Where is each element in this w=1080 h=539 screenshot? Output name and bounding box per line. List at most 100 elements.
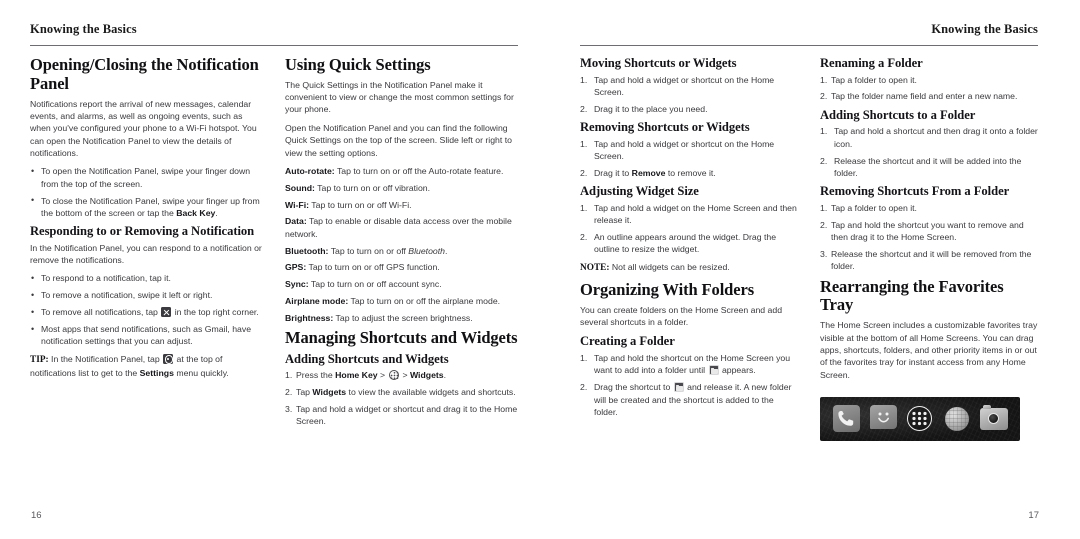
term: Sync: (285, 279, 309, 290)
list-item: Tap a folder to open it. (820, 74, 917, 87)
tray-browser-slot (943, 405, 971, 433)
quick-setting-sound: Sound: Tap to turn on or off vibration. (285, 182, 518, 194)
clear-all-x-icon (161, 307, 172, 318)
list-item: Tap and hold a widget or shortcut on the… (580, 138, 775, 162)
text: Drag it to (594, 167, 632, 178)
heading-adjusting-widget-size: Adjusting Widget Size (580, 184, 699, 199)
heading-moving-shortcuts-widgets: Moving Shortcuts or Widgets (580, 56, 737, 70)
list-adding-to-folder-steps: Tap and hold a shortcut and then drag it… (820, 125, 1038, 179)
list-moving-steps: Tap and hold a widget or shortcut on the… (580, 74, 798, 116)
list-removing-steps: Tap and hold a widget or shortcut on the… (580, 138, 798, 180)
list-item: To respond to a notification, tap it. (30, 272, 263, 285)
tray-camera-slot (979, 404, 1008, 433)
list-item: Tap and hold a widget or shortcut on the… (580, 74, 775, 97)
term: Bluetooth: (285, 245, 329, 256)
list-item: Tap the folder name field and enter a ne… (820, 90, 1018, 103)
list-item: Tap and hold a widget or shortcut and dr… (285, 403, 518, 427)
list-item: Tap a folder to open it. (820, 202, 917, 215)
text: . (215, 207, 218, 218)
list-renaming-steps: Tap a folder to open it. Tap the folder … (820, 74, 1038, 104)
text: . (443, 370, 447, 381)
browser-globe-icon (944, 406, 969, 431)
text: appears. (721, 365, 756, 376)
paragraph-responding-intro: In the Notification Panel, you can respo… (30, 242, 262, 266)
emphasis-remove: Remove (631, 167, 666, 178)
list-item: An outline appears around the widget. Dr… (580, 231, 777, 255)
heading-managing-shortcuts-widgets: Managing Shortcuts and Widgets (285, 327, 518, 347)
note-label: NOTE: (580, 262, 610, 273)
definition: Tap to turn on or off the airplane mode. (348, 296, 501, 307)
emphasis-widgets: Widgets (312, 387, 347, 398)
list-adjusting-steps: Tap and hold a widget on the Home Screen… (580, 202, 798, 256)
text: menu quickly. (176, 367, 229, 378)
text: To remove all notifications, tap (41, 307, 158, 318)
list-item: Drag the shortcut to and release it. A n… (580, 381, 798, 418)
manual-two-page-spread: Knowing the Basics Opening/Closing the N… (0, 0, 1080, 539)
page-right: Knowing the Basics Moving Shortcuts or W… (540, 0, 1080, 539)
list-item: Release the shortcut and it will be remo… (820, 248, 1032, 272)
tray-app-drawer-slot (906, 405, 934, 433)
list-item: Tap Widgets to view the available widget… (285, 386, 518, 399)
text: To close the Notification Panel, swipe y… (41, 195, 260, 218)
create-folder-icon (708, 365, 719, 376)
paragraph-tip-settings: TIP: In the Notification Panel, tap at t… (30, 353, 263, 380)
term: Data: (285, 216, 307, 227)
text: Press the (296, 370, 336, 381)
text: to remove it. (665, 167, 716, 178)
phone-icon (832, 405, 860, 433)
list-responding-bullets: To respond to a notification, tap it. To… (30, 272, 263, 347)
text: to view the available widgets and shortc… (346, 387, 516, 398)
term: Auto-rotate: (285, 165, 335, 176)
favorites-tray-figure (820, 396, 1020, 441)
definition-post: . (445, 245, 448, 256)
app-drawer-icon (388, 369, 400, 381)
emphasis-settings: Settings (139, 367, 174, 378)
column-2: Using Quick Settings The Quick Settings … (285, 55, 518, 497)
quick-setting-brightness: Brightness: Tap to adjust the screen bri… (285, 312, 518, 324)
heading-renaming-a-folder: Renaming a Folder (820, 56, 923, 70)
text: Drag the shortcut to (594, 382, 671, 393)
definition: Tap to turn on or off GPS function. (306, 262, 440, 273)
quick-setting-bluetooth: Bluetooth: Tap to turn on or off Bluetoo… (285, 245, 518, 257)
quick-setting-auto-rotate: Auto-rotate: Tap to turn on or off the A… (285, 165, 518, 177)
quick-setting-sync: Sync: Tap to turn on or off account sync… (285, 278, 518, 290)
app-drawer-glyph (912, 412, 928, 426)
list-item: Release the shortcut and it will be adde… (820, 155, 1022, 178)
heading-using-quick-settings: Using Quick Settings (285, 55, 431, 74)
emphasis-widgets: Widgets (409, 370, 444, 381)
paragraph-organizing-intro: You can create folders on the Home Scree… (580, 304, 783, 328)
heading-adding-shortcuts-widgets: Adding Shortcuts and Widgets (285, 351, 449, 366)
term: Wi-Fi: (285, 199, 310, 210)
list-item: To open the Notification Panel, swipe yo… (30, 165, 263, 190)
quick-setting-data: Data: Tap to enable or disable data acce… (285, 215, 518, 240)
create-folder-icon (673, 382, 684, 393)
list-notification-panel-bullets: To open the Notification Panel, swipe yo… (30, 165, 263, 219)
list-item: Tap and hold the shortcut on the Home Sc… (580, 352, 798, 377)
text: > (400, 370, 410, 381)
text: > (377, 370, 388, 381)
definition: Tap to turn on or off Wi-Fi. (309, 199, 412, 210)
list-item: Drag it to the place you need. (580, 103, 708, 116)
messaging-glyph (877, 412, 889, 423)
emphasis-back-key: Back Key (176, 207, 216, 218)
paragraph-rearranging-intro: The Home Screen includes a customizable … (820, 320, 1038, 380)
term: GPS: (285, 262, 307, 273)
text: in the top right corner. (174, 307, 259, 318)
list-creating-folder-steps: Tap and hold the shortcut on the Home Sc… (580, 352, 798, 418)
column-3: Moving Shortcuts or Widgets Tap and hold… (580, 56, 798, 497)
running-head-right: Knowing the Basics (580, 22, 1038, 46)
heading-creating-a-folder: Creating a Folder (580, 334, 675, 349)
gear-icon (163, 353, 174, 364)
definition: Tap to turn on or off the Auto-rotate fe… (334, 165, 504, 176)
paragraph-notifications-intro: Notifications report the arrival of new … (30, 98, 257, 158)
list-item: Tap and hold a widget on the Home Screen… (580, 202, 797, 226)
list-removing-from-folder-steps: Tap a folder to open it. Tap and hold th… (820, 202, 1038, 273)
list-item: Drag it to Remove to remove it. (580, 167, 798, 180)
text: In the Notification Panel, tap (51, 353, 160, 364)
list-item: Most apps that send notifications, such … (30, 323, 263, 348)
text: Tap (296, 387, 313, 398)
messaging-icon (869, 405, 897, 430)
columns-left: Opening/Closing the Notification Panel N… (30, 55, 518, 497)
emphasis-home-key: Home Key (335, 370, 378, 381)
list-item: To close the Notification Panel, swipe y… (30, 194, 263, 220)
